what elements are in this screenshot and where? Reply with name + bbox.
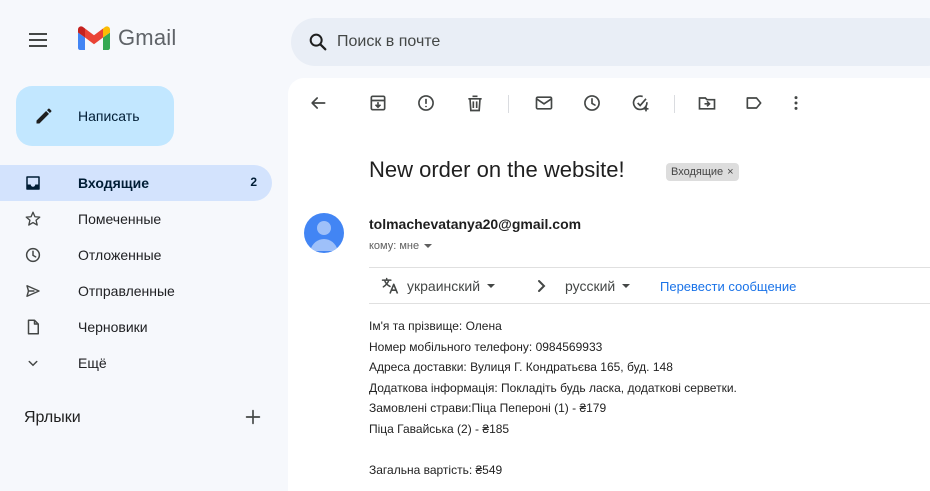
- search-bar[interactable]: [291, 18, 930, 66]
- target-language-label: русский: [565, 278, 616, 294]
- sidebar-item-starred[interactable]: Помеченные: [0, 201, 272, 237]
- send-icon: [26, 285, 40, 297]
- toolbar-divider: [508, 95, 509, 113]
- caret-down-icon: [622, 284, 631, 288]
- compose-label: Написать: [78, 108, 140, 124]
- body-line: Загальна вартість: ₴549: [369, 462, 503, 477]
- pencil-icon: [36, 108, 52, 124]
- add-task-icon[interactable]: [631, 93, 651, 113]
- avatar[interactable]: [304, 213, 344, 253]
- translate-message-link[interactable]: Перевести сообщение: [660, 279, 796, 294]
- gmail-m-icon: [78, 26, 110, 50]
- body-line: Додаткова інформація: Покладіть будь лас…: [369, 380, 737, 395]
- archive-icon[interactable]: [368, 93, 388, 113]
- body-line: Замовлені страви:Піца Пепероні (1) - ₴17…: [369, 401, 607, 415]
- sidebar-item-label: Помеченные: [78, 211, 162, 227]
- chevron-right-icon: [538, 280, 546, 292]
- sender-email[interactable]: tolmachevatanya20@gmail.com: [369, 216, 581, 232]
- sidebar-item-drafts[interactable]: Черновики: [0, 309, 272, 345]
- message-subject: New order on the website!: [369, 157, 625, 182]
- caret-down-icon: [424, 244, 433, 248]
- snooze-icon[interactable]: [582, 93, 602, 113]
- star-icon: [25, 211, 41, 226]
- sidebar-item-inbox[interactable]: Входящие 2: [0, 165, 272, 201]
- sidebar-nav: Входящие 2 Помеченные Отложенные Отправл…: [0, 165, 272, 381]
- app-name: Gmail: [118, 25, 177, 50]
- main-menu-button[interactable]: [27, 30, 49, 50]
- report-spam-icon[interactable]: [416, 93, 436, 113]
- gmail-window: Gmail Написать Входящие 2 Пом: [0, 0, 930, 491]
- mark-unread-icon[interactable]: [534, 93, 554, 113]
- sidebar-item-label: Ещё: [78, 355, 107, 371]
- sidebar-item-snoozed[interactable]: Отложенные: [0, 237, 272, 273]
- source-language-label: украинский: [407, 278, 481, 294]
- source-language-select[interactable]: украинский: [407, 278, 496, 294]
- move-to-icon[interactable]: [697, 93, 717, 113]
- more-icon[interactable]: [786, 93, 806, 113]
- gmail-logo[interactable]: Gmail: [78, 25, 176, 51]
- body-line: Піца Гавайська (2) - ₴185: [369, 421, 510, 436]
- compose-button[interactable]: Написать: [16, 86, 174, 146]
- sidebar-item-more[interactable]: Ещё: [0, 345, 272, 381]
- toolbar-divider: [674, 95, 675, 113]
- message-toolbar: [288, 78, 930, 130]
- back-icon[interactable]: [308, 93, 328, 113]
- search-icon[interactable]: [307, 31, 329, 53]
- clock-icon: [25, 247, 41, 263]
- target-language-select[interactable]: русский: [565, 278, 631, 294]
- delete-icon[interactable]: [465, 93, 485, 113]
- labels-heading: Ярлыки: [24, 409, 81, 426]
- message-body: Ім'я та прізвище: Олена Номер мобільного…: [369, 316, 737, 480]
- body-line: Адреса доставки: Вулиця Г. Кондратьєва 1…: [369, 360, 673, 374]
- body-line: [369, 439, 737, 460]
- label-icon[interactable]: [744, 93, 764, 113]
- search-input[interactable]: [337, 30, 897, 54]
- translate-icon: [381, 277, 399, 294]
- chevron-down-icon: [28, 360, 38, 367]
- sidebar-item-label: Отправленные: [78, 283, 175, 299]
- sidebar-item-label: Входящие: [78, 175, 149, 191]
- draft-icon: [27, 319, 39, 335]
- translate-bar: украинский русский Перевести сообщение: [369, 267, 930, 304]
- inbox-icon: [26, 176, 40, 190]
- remove-label-icon[interactable]: ×: [727, 166, 733, 178]
- body-line: Ім'я та прізвище: Олена: [369, 319, 502, 333]
- caret-down-icon: [487, 284, 496, 288]
- message-pane: New order on the website! Входящие × tol…: [288, 78, 930, 491]
- sidebar-item-label: Черновики: [78, 319, 148, 335]
- unread-count: 2: [250, 175, 257, 189]
- body-line: Номер мобільного телефону: 0984569933: [369, 339, 603, 354]
- inbox-label-chip[interactable]: Входящие ×: [666, 163, 739, 181]
- sidebar-item-label: Отложенные: [78, 247, 162, 263]
- label-chip-text: Входящие: [671, 166, 724, 178]
- default-avatar-icon: [304, 213, 344, 253]
- add-label-icon[interactable]: [242, 406, 264, 428]
- top-bar: Gmail: [0, 0, 930, 84]
- recipient-details-toggle[interactable]: кому: мне: [369, 240, 433, 252]
- sidebar-item-sent[interactable]: Отправленные: [0, 273, 272, 309]
- recipient-text: кому: мне: [369, 240, 420, 252]
